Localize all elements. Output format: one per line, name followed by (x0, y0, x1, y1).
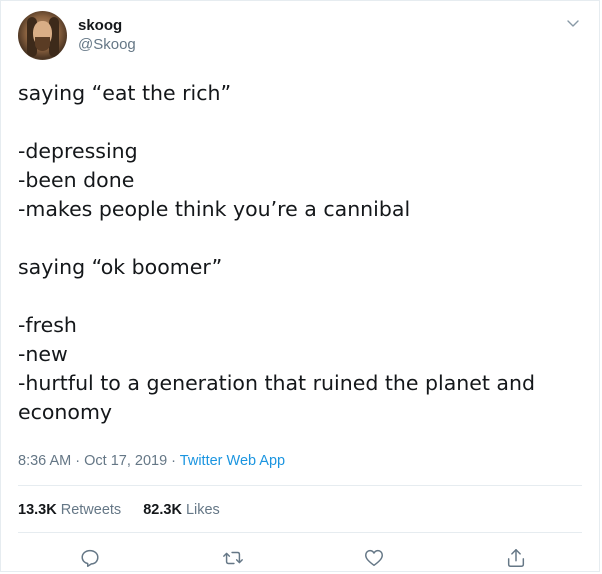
tweet-line: -fresh (18, 313, 77, 337)
display-name[interactable]: skoog (78, 17, 122, 34)
avatar-beard (35, 37, 50, 51)
tweet-line: -new (18, 342, 68, 366)
tweet-time[interactable]: 8:36 AM (18, 453, 71, 469)
tweet-line: -makes people think you’re a cannibal (18, 197, 411, 221)
retweet-icon[interactable] (222, 547, 244, 569)
tweet-card: skoog @Skoog saying “eat the rich” -depr… (0, 0, 600, 572)
tweet-source-link[interactable]: Twitter Web App (180, 453, 285, 469)
tweet-line: -depressing (18, 139, 138, 163)
tweet-line: saying “ok boomer” (18, 255, 223, 279)
retweets-stat[interactable]: 13.3K Retweets (18, 502, 121, 518)
avatar[interactable] (18, 11, 67, 60)
heart-icon[interactable] (363, 547, 385, 569)
tweet-line: economy (18, 400, 113, 424)
reply-icon[interactable] (79, 547, 101, 569)
tweet-stats: 13.3K Retweets 82.3K Likes (18, 502, 238, 518)
likes-label: Likes (185, 502, 220, 518)
tweet-date[interactable]: Oct 17, 2019 (84, 453, 167, 469)
action-bar (1, 541, 601, 573)
share-icon[interactable] (505, 547, 527, 569)
chevron-down-icon[interactable] (565, 15, 581, 31)
tweet-line: saying “eat the rich” (18, 81, 232, 105)
retweets-label: Retweets (60, 502, 122, 518)
meta-separator: · (171, 453, 177, 469)
tweet-meta: 8:36 AM · Oct 17, 2019 · Twitter Web App (18, 453, 285, 469)
user-handle[interactable]: @Skoog (78, 36, 136, 53)
divider (18, 532, 582, 533)
tweet-text: saying “eat the rich” -depressing -been … (18, 79, 578, 427)
likes-count: 82.3K (143, 502, 182, 518)
divider (18, 485, 582, 486)
tweet-line: -been done (18, 168, 135, 192)
likes-stat[interactable]: 82.3K Likes (143, 502, 220, 518)
retweets-count: 13.3K (18, 502, 57, 518)
meta-separator: · (75, 453, 81, 469)
tweet-line: -hurtful to a generation that ruined the… (18, 371, 536, 395)
